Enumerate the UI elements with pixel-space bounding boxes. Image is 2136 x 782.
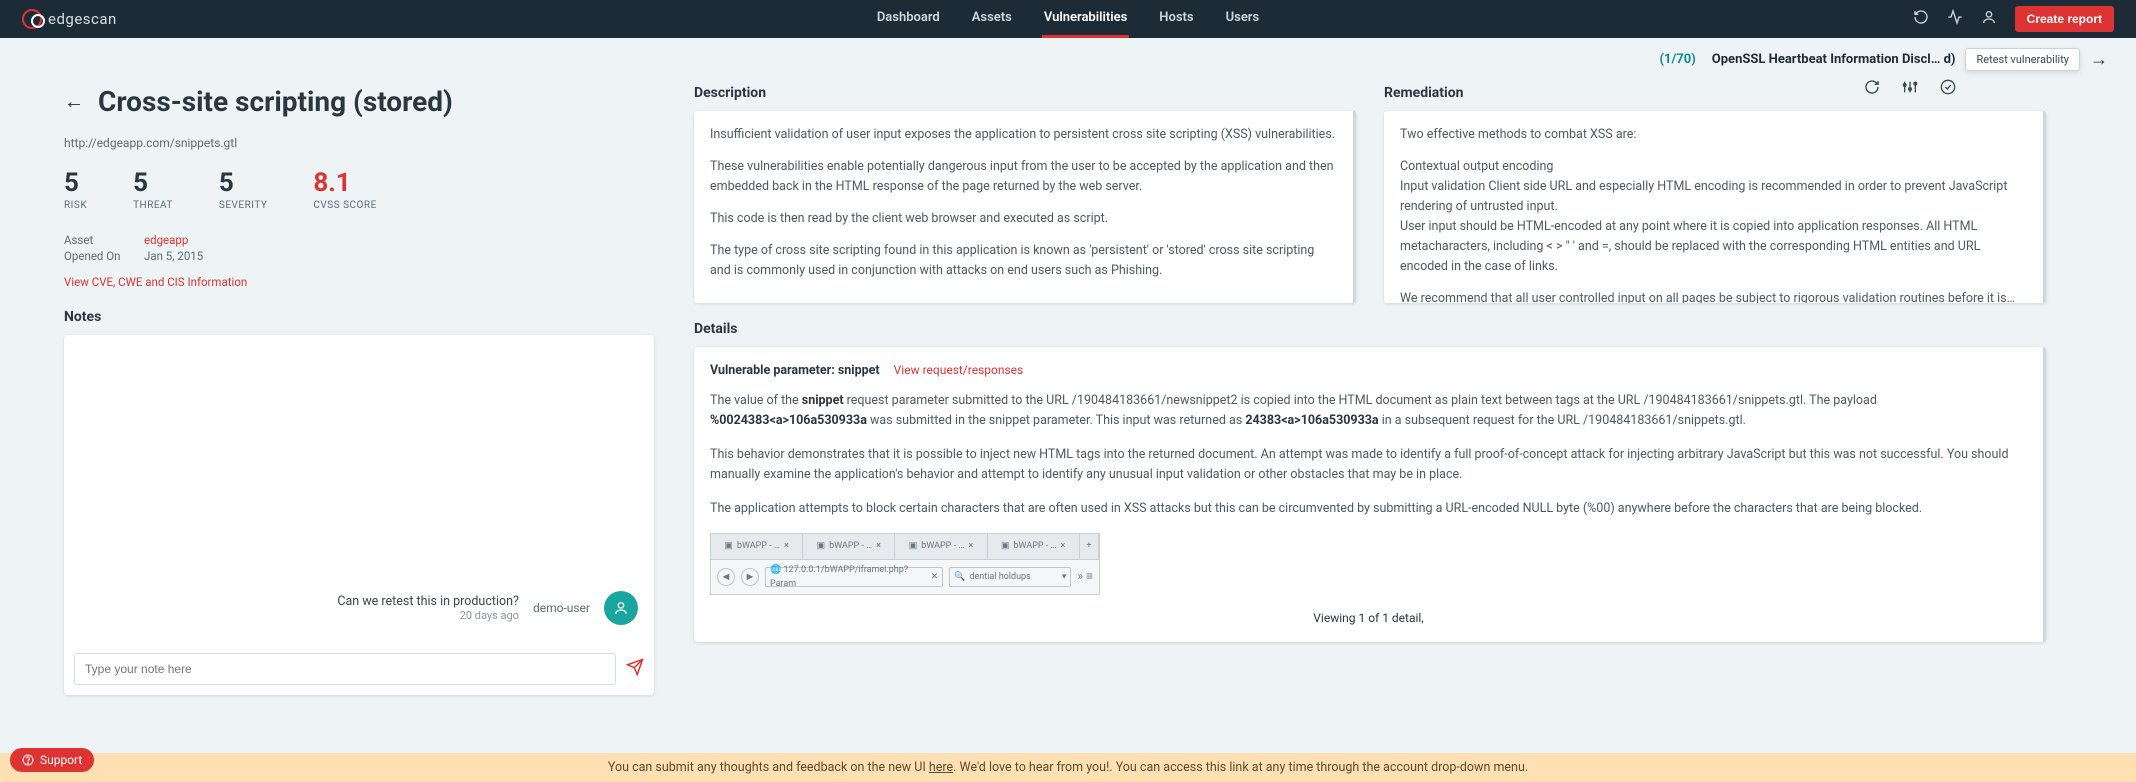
description-card: Insufficient validation of user input ex… [694,111,1356,303]
pager-count: (1/70) [1659,52,1695,67]
details-p1: The value of the snippet request paramet… [710,391,2027,431]
note-time: 20 days ago [337,609,519,622]
browser-tab: ▣bWAPP - …× [988,534,1080,559]
rem-p5: We recommend that all user controlled in… [1400,289,2027,303]
asset-info: Asset edgeapp Opened On Jan 5, 2015 [64,233,654,263]
severity-label: SEVERITY [219,200,267,211]
cvss-value: 8.1 [313,168,376,198]
back-arrow-icon[interactable]: ← [64,89,84,114]
support-label: Support [40,753,82,767]
rem-p4: User input should be HTML-encoded at any… [1400,217,2027,277]
opened-label: Opened On [64,249,144,263]
browser-back-icon: ◄ [717,568,735,586]
send-icon[interactable] [626,658,644,681]
remediation-card: Two effective methods to combat XSS are:… [1384,111,2046,303]
note-message: Can we retest this in production? [337,594,519,609]
rem-p1: Two effective methods to combat XSS are: [1400,125,2027,145]
person-icon [613,600,629,616]
cvss-label: CVSS SCORE [313,200,376,211]
detail-action-icons [1864,79,1956,99]
approve-icon[interactable] [1940,79,1956,99]
scores: 5 RISK 5 THREAT 5 SEVERITY 8.1 CVSS SCOR… [64,168,654,211]
page-title: Cross-site scripting (stored) [98,85,453,118]
main-nav: Dashboard Assets Vulnerabilities Hosts U… [875,0,1261,38]
avatar [604,591,638,625]
rem-p2: Contextual output encoding [1400,157,2027,177]
support-button[interactable]: Support [10,748,94,772]
user-icon[interactable] [1981,9,1997,29]
create-report-button[interactable]: Create report [2015,6,2114,32]
left-column: ← Cross-site scripting (stored) http://e… [64,85,654,695]
browser-tab: ▣bWAPP - …× [803,534,895,559]
notes-heading: Notes [64,309,654,325]
browser-tab: ▣bWAPP - …× [895,534,987,559]
feedback-post: . We'd love to hear from you!. You can a… [953,760,1528,775]
logo[interactable]: edgescan [22,9,117,29]
browser-forward-icon: ► [741,568,759,586]
feedback-link[interactable]: here [929,760,953,775]
risk-value: 5 [64,168,87,198]
vuln-url: http://edgeapp.com/snippets.gtl [64,136,654,150]
rem-p3: Input validation Client side URL and esp… [1400,177,2027,217]
history-icon[interactable] [1913,9,1929,29]
topbar-right: Create report [1913,6,2114,32]
topbar: edgescan Dashboard Assets Vulnerabilitie… [0,0,2136,38]
next-arrow-icon[interactable]: → [2090,49,2108,70]
nav-vulnerabilities[interactable]: Vulnerabilities [1042,0,1129,38]
vulnerable-parameter-label: Vulnerable parameter: snippet [710,361,880,381]
asset-label: Asset [64,233,144,247]
viewing-count: Viewing 1 of 1 detail, [710,609,2027,628]
logo-mark-icon [22,9,42,29]
notes-panel: Can we retest this in production? 20 day… [64,335,654,695]
right-column: Description Insufficient validation of u… [694,85,2046,695]
desc-p1: Insufficient validation of user input ex… [710,125,1337,145]
note-input[interactable] [74,653,616,685]
nav-users[interactable]: Users [1224,0,1262,38]
risk-label: RISK [64,200,87,211]
desc-p4: The type of cross site scripting found i… [710,241,1337,281]
desc-p3: This code is then read by the client web… [710,209,1337,229]
feedback-pre: You can submit any thoughts and feedback… [608,760,929,775]
asset-value[interactable]: edgeapp [144,233,654,247]
nav-hosts[interactable]: Hosts [1157,0,1195,38]
opened-value: Jan 5, 2015 [144,249,654,263]
note-user: demo-user [533,601,590,615]
activity-icon[interactable] [1947,9,1963,29]
browser-menu-icon: » ≡ [1077,567,1093,586]
pager-title[interactable]: OpenSSL Heartbeat Information Discl… d) [1712,52,1956,67]
poc-screenshot: ▣bWAPP - …× ▣bWAPP - …× ▣bWAPP - …× ▣bWA… [710,533,1100,595]
tab-add-icon: + [1080,534,1099,559]
logo-text: edgescan [48,10,117,28]
details-p2: This behavior demonstrates that it is po… [710,445,2027,485]
desc-p2: These vulnerabilities enable potentially… [710,157,1337,197]
retest-tooltip: Retest vulnerability [1965,48,2080,71]
help-icon [22,754,34,766]
threat-label: THREAT [133,200,173,211]
pager-bar: (1/70) OpenSSL Heartbeat Information Dis… [0,38,2136,71]
nav-assets[interactable]: Assets [970,0,1014,38]
settings-icon[interactable] [1902,79,1918,99]
description-heading: Description [694,85,1356,101]
details-card: Vulnerable parameter: snippet View reque… [694,347,2046,642]
browser-search-bar: 🔍dential holdups▾ [949,567,1071,587]
severity-value: 5 [219,168,267,198]
view-request-responses-link[interactable]: View request/responses [894,361,1024,380]
note-item: Can we retest this in production? 20 day… [74,583,644,633]
feedback-bar: You can submit any thoughts and feedback… [0,753,2136,782]
browser-address-bar: 🌐 127.0.0.1/bWAPP/iframei.php?Param✕ [765,567,943,587]
details-heading: Details [694,321,2046,337]
nav-dashboard[interactable]: Dashboard [875,0,942,38]
browser-tab: ▣bWAPP - …× [711,534,803,559]
retest-icon[interactable] [1864,79,1880,99]
details-p3: The application attempts to block certai… [710,499,2027,519]
cve-link[interactable]: View CVE, CWE and CIS Information [64,275,247,289]
threat-value: 5 [133,168,173,198]
